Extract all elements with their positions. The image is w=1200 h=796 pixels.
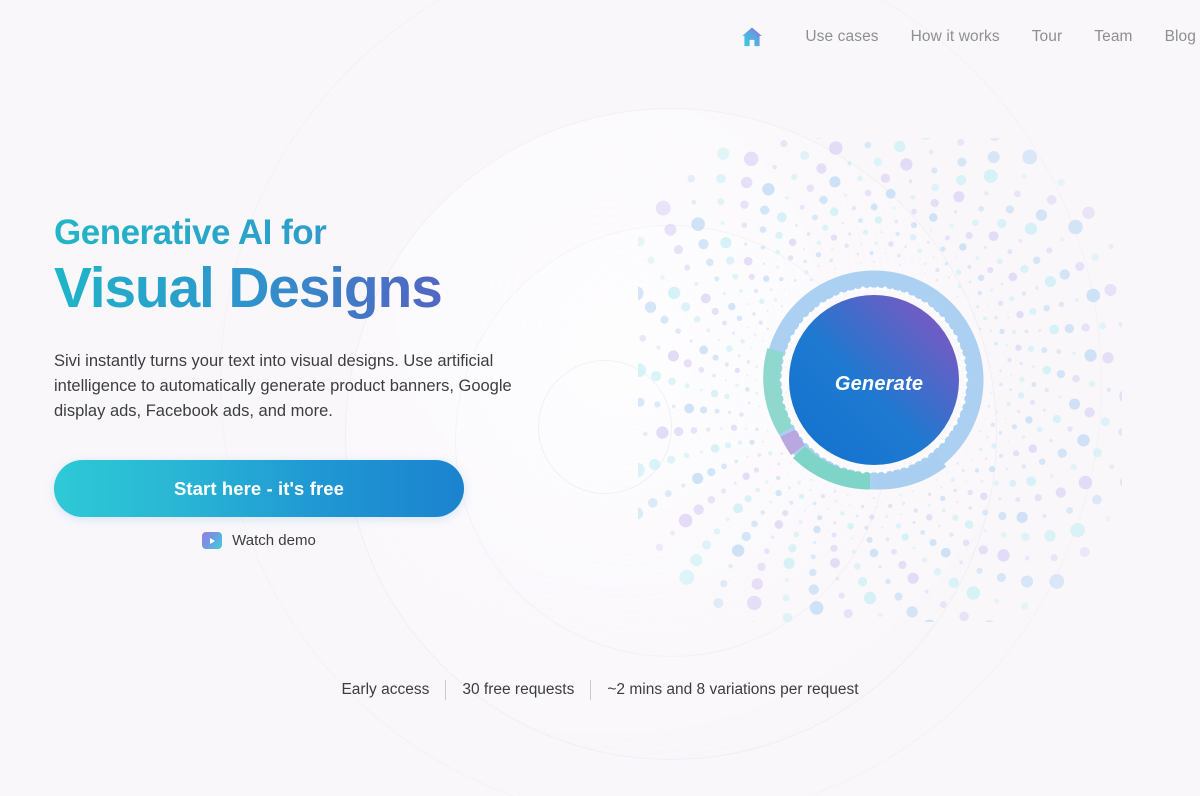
nav-item-blog[interactable]: Blog — [1149, 22, 1200, 52]
watch-demo-label: Watch demo — [232, 532, 316, 550]
play-video-icon — [202, 532, 223, 550]
meta-variations: ~2 mins and 8 variations per request — [607, 681, 859, 698]
nav-item-how-it-works[interactable]: How it works — [895, 22, 1016, 52]
home-icon[interactable] — [737, 22, 767, 52]
generate-graphic — [638, 138, 1122, 622]
nav-item-use-cases[interactable]: Use cases — [789, 22, 894, 52]
meta-free-requests: 30 free requests — [462, 681, 575, 698]
hero-description: Sivi instantly turns your text into visu… — [54, 352, 512, 421]
meta-early-access: Early access — [341, 681, 430, 698]
page-title-line1: Generative AI for — [54, 214, 614, 252]
nav-item-tour[interactable]: Tour — [1016, 22, 1079, 52]
start-here-button[interactable]: Start here - it's free — [54, 460, 464, 518]
main-navigation: Use cases How it works Tour Team Blog — [737, 22, 1200, 52]
hero-section: Generative AI for Visual Designs Sivi in… — [54, 214, 614, 550]
site-header: Use cases How it works Tour Team Blog — [0, 0, 1200, 74]
feature-meta-strip: Early access 30 free requests ~2 mins an… — [0, 680, 1200, 700]
watch-demo-link[interactable]: Watch demo — [54, 532, 464, 550]
nav-item-team[interactable]: Team — [1078, 22, 1148, 52]
page-title-line2: Visual Designs — [54, 257, 614, 320]
